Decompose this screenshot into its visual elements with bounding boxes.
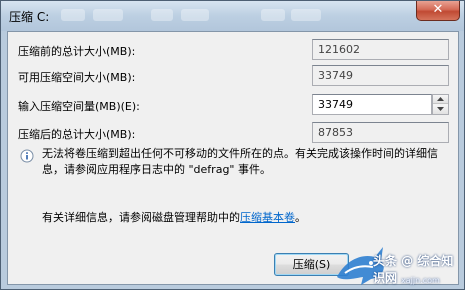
close-button[interactable]: ✕ [416,1,460,21]
title-shadow [291,9,321,21]
title-shadow [93,9,123,21]
help-suffix: 。 [295,211,306,224]
title-shadow [181,9,209,21]
info-icon [20,149,34,163]
available-space-value: 33749 [312,65,449,86]
watermark-url: xajjn.com [401,276,440,285]
available-space-label: 可用压缩空间大小(MB): [18,71,136,84]
title-bar[interactable]: 压缩 C: ✕ [1,1,464,31]
title-shadow [151,9,173,21]
shrink-amount-spinner[interactable] [432,94,449,115]
info-message: 无法将卷压缩到超出任何不可移动的文件所在的点。有关完成该操作时间的详细信息，请参… [42,147,438,176]
spin-up-button[interactable] [433,95,448,104]
help-prefix: 有关详细信息，请参阅磁盘管理帮助中的 [42,211,240,224]
help-detail: 有关详细信息，请参阅磁盘管理帮助中的压缩基本卷。 [42,209,306,225]
spin-down-button[interactable] [433,105,448,114]
total-after-label: 压缩后的总计大小(MB): [18,128,136,141]
shrink-dialog: 压缩 C: ✕ 压缩前的总计大小(MB): 121602 可用压缩空间大小(MB… [0,0,465,290]
arrow-down-icon [437,107,444,111]
total-before-label: 压缩前的总计大小(MB): [18,45,136,58]
title-shadow [261,9,285,21]
total-after-value: 87853 [312,122,449,143]
shrink-amount-label: 输入压缩空间量(MB)(E): [18,100,140,113]
shrink-basic-volume-link[interactable]: 压缩基本卷 [240,211,295,224]
total-before-value: 121602 [312,39,449,60]
shrink-amount-input[interactable]: 33749 [312,94,432,115]
title-shadow [61,9,85,21]
arrow-up-icon [437,97,444,101]
dialog-title: 压缩 C: [9,10,50,24]
